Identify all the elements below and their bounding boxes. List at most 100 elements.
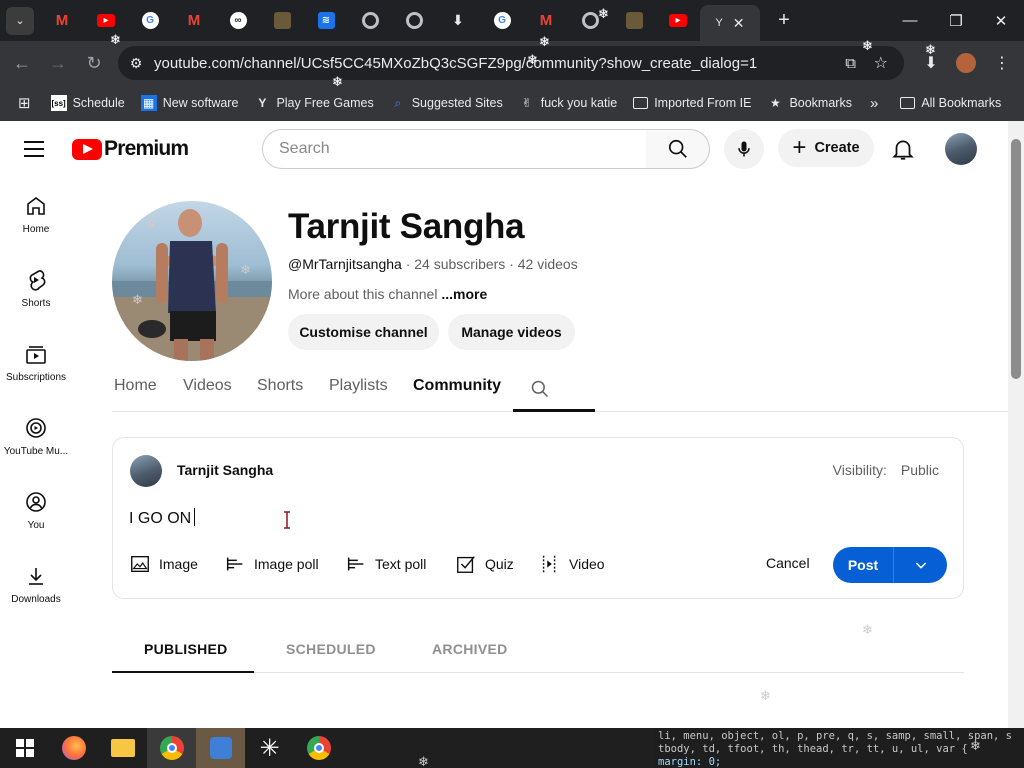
guide-menu-icon[interactable] xyxy=(24,141,44,157)
manage-videos-button[interactable]: Manage videos xyxy=(448,314,575,350)
post-text-input[interactable]: I GO ON xyxy=(129,508,196,528)
bookmark-label: New software xyxy=(162,96,239,110)
forward-button[interactable]: → xyxy=(40,53,76,74)
browser-tab[interactable]: ∞ xyxy=(216,5,260,37)
taskbar-chrome-active[interactable] xyxy=(147,728,196,768)
restore-button[interactable]: ❐ xyxy=(933,0,979,41)
open-in-app-icon[interactable]: ⧉ xyxy=(845,55,856,72)
minimize-button[interactable]: — xyxy=(887,0,933,41)
shorts-icon xyxy=(29,269,46,291)
browser-tab[interactable]: M xyxy=(172,5,216,37)
browser-tab[interactable] xyxy=(348,5,392,37)
video-count: 42 videos xyxy=(517,256,578,272)
tab-videos[interactable]: Videos xyxy=(183,377,232,395)
start-button[interactable] xyxy=(0,728,49,768)
browser-tab[interactable]: ▸ xyxy=(656,5,700,37)
menu-icon[interactable]: ⋮ xyxy=(987,41,1017,85)
tab-playlists[interactable]: Playlists xyxy=(329,377,388,395)
browser-tab-strip: ⌄ M ▸ G M ∞ ≋ ⬇ G M ▸ Y ✕ + — ❐ ✕ xyxy=(0,0,1024,41)
bookmark-play-free-games[interactable]: Y Play Free Games xyxy=(254,95,373,111)
voice-search-button[interactable] xyxy=(724,129,764,169)
tool-label: Quiz xyxy=(485,556,514,572)
browser-tab[interactable]: G xyxy=(128,5,172,37)
text-poll-icon xyxy=(347,557,364,571)
bookmarks-overflow-button[interactable]: » xyxy=(870,95,878,112)
channel-avatar[interactable] xyxy=(112,201,272,361)
tab-published[interactable]: PUBLISHED xyxy=(144,641,228,657)
all-bookmarks[interactable]: All Bookmarks xyxy=(900,96,1001,110)
browser-tab[interactable]: M xyxy=(524,5,568,37)
visibility-value[interactable]: Public xyxy=(901,462,939,478)
notifications-bell-icon[interactable] xyxy=(890,135,916,163)
sidebar-item-you[interactable]: You xyxy=(0,473,72,547)
firefox-icon xyxy=(61,736,86,760)
site-settings-icon[interactable]: ⚙ xyxy=(118,55,154,72)
bookmark-schedule[interactable]: [ss] Schedule xyxy=(50,95,125,111)
games-icon: Y xyxy=(258,96,267,110)
youtube-logo[interactable]: Premium xyxy=(72,137,189,161)
image-poll-tool-button[interactable]: Image poll xyxy=(224,553,319,575)
customise-channel-button[interactable]: Customise channel xyxy=(288,314,439,350)
scrollbar-thumb[interactable] xyxy=(1011,139,1021,379)
taskbar-chrome[interactable] xyxy=(294,728,343,768)
reload-button[interactable]: ↻ xyxy=(76,53,112,74)
post-button[interactable]: Post xyxy=(833,547,894,583)
channel-about-link[interactable]: More about this channel ...more xyxy=(288,286,487,302)
back-button[interactable]: ← xyxy=(4,53,40,74)
sidebar-item-downloads[interactable]: Downloads xyxy=(0,547,72,621)
bookmark-star-icon[interactable]: ☆ xyxy=(874,53,888,73)
browser-tab[interactable]: ▸ xyxy=(84,5,128,37)
tab-community[interactable]: Community xyxy=(413,377,501,395)
image-tool-button[interactable]: Image xyxy=(129,553,198,575)
tab-search-button[interactable]: ⌄ xyxy=(6,6,34,35)
cancel-button[interactable]: Cancel xyxy=(766,555,810,571)
bookmark-suggested-sites[interactable]: ⌕ Suggested Sites xyxy=(390,95,502,111)
apps-icon[interactable]: ⊞ xyxy=(18,94,31,112)
account-avatar[interactable] xyxy=(945,133,977,165)
browser-tab[interactable] xyxy=(392,5,436,37)
channel-name: Tarnjit Sangha xyxy=(288,207,525,246)
sidebar-item-youtube-music[interactable]: YouTube Mu... xyxy=(0,399,72,473)
tab-shorts[interactable]: Shorts xyxy=(257,377,303,395)
taskbar-firefox[interactable] xyxy=(49,728,98,768)
sidebar-item-subscriptions[interactable]: Subscriptions xyxy=(0,325,72,399)
more-link[interactable]: ...more xyxy=(441,286,487,302)
search-button[interactable] xyxy=(646,129,710,169)
browser-tab[interactable]: ⬇ xyxy=(436,5,480,37)
taskbar-app-star[interactable]: ✳ xyxy=(245,728,294,768)
bookmark-katie[interactable]: ✌ fuck you katie xyxy=(519,95,617,111)
close-tab-icon[interactable]: ✕ xyxy=(733,15,745,32)
download-icon: ⬇ xyxy=(452,12,464,28)
new-tab-button[interactable]: + xyxy=(768,9,800,32)
post-options-dropdown[interactable] xyxy=(894,547,947,583)
address-url[interactable]: youtube.com/channel/UCsf5CC45MXoZbQ3cSGF… xyxy=(154,55,757,72)
sidebar-label: You xyxy=(27,519,45,531)
profile-avatar[interactable] xyxy=(951,41,981,85)
star-burst-icon: ✳ xyxy=(259,734,280,762)
channel-search-icon[interactable] xyxy=(530,379,550,399)
browser-tab[interactable] xyxy=(612,5,656,37)
taskbar-file-explorer[interactable] xyxy=(98,728,147,768)
tab-home[interactable]: Home xyxy=(114,377,157,395)
address-bar[interactable]: ⚙ youtube.com/channel/UCsf5CC45MXoZbQ3cS… xyxy=(118,46,904,80)
sidebar-item-home[interactable]: Home xyxy=(0,177,72,251)
text-poll-tool-button[interactable]: Text poll xyxy=(345,553,426,575)
close-window-button[interactable]: ✕ xyxy=(978,0,1024,41)
bookmark-imported-from-ie[interactable]: Imported From IE xyxy=(633,96,751,110)
bookmark-bookmarks[interactable]: ★ Bookmarks xyxy=(767,95,852,111)
tab-archived[interactable]: ARCHIVED xyxy=(432,641,508,657)
visibility-selector[interactable]: Visibility: Public xyxy=(833,462,939,478)
browser-tab[interactable]: ≋ xyxy=(304,5,348,37)
browser-tab[interactable]: M xyxy=(40,5,84,37)
taskbar-app[interactable] xyxy=(196,728,245,768)
search-input[interactable]: Search xyxy=(262,129,647,169)
tab-scheduled[interactable]: SCHEDULED xyxy=(286,641,376,657)
video-tool-button[interactable]: Video xyxy=(539,553,605,575)
browser-tab[interactable] xyxy=(260,5,304,37)
quiz-tool-button[interactable]: Quiz xyxy=(455,553,514,575)
browser-tab-active[interactable]: Y ✕ xyxy=(700,5,760,41)
bookmark-new-software[interactable]: ▦ New software xyxy=(140,95,239,111)
browser-tab[interactable]: G xyxy=(480,5,524,37)
sidebar-item-shorts[interactable]: Shorts xyxy=(0,251,72,325)
create-button[interactable]: + Create xyxy=(778,129,874,167)
